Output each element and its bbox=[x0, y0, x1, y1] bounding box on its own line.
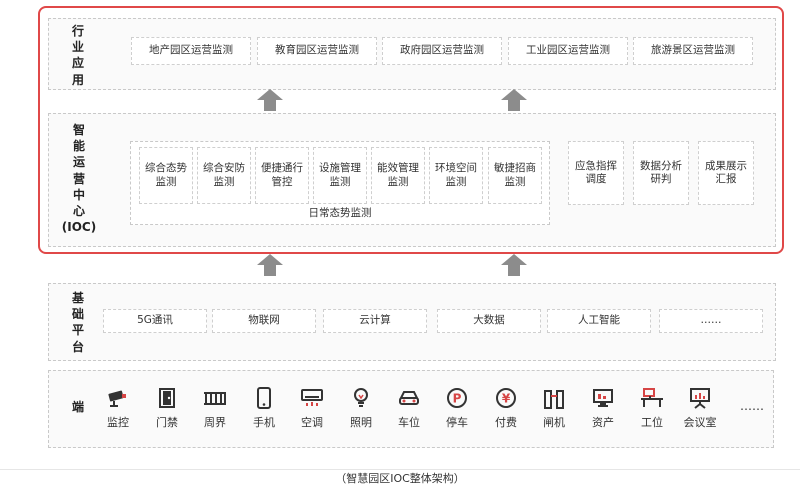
terminal-label: 监控 bbox=[107, 416, 129, 430]
base-platform-box: 5G通讯 bbox=[103, 309, 207, 333]
daily-monitor-box: 设施管理 监测 bbox=[313, 147, 367, 204]
door-icon bbox=[151, 385, 183, 411]
bulb-icon bbox=[345, 385, 377, 411]
up-arrow-icon bbox=[501, 89, 527, 111]
monitor-icon bbox=[587, 385, 619, 411]
camera-icon bbox=[102, 385, 134, 411]
base-platform-box: 人工智能 bbox=[547, 309, 651, 333]
daily-monitor-box: 敏捷招商 监测 bbox=[488, 147, 542, 204]
industry-app-box: 地产园区运营监测 bbox=[131, 37, 251, 65]
ioc-function-box: 成果展示 汇报 bbox=[698, 141, 754, 205]
base-platform-box: …… bbox=[659, 309, 763, 333]
industry-app-box: 旅游景区运营监测 bbox=[633, 37, 753, 65]
workstation-icon bbox=[636, 385, 668, 411]
phone-icon bbox=[248, 385, 280, 411]
base-platform-box: 云计算 bbox=[323, 309, 427, 333]
base-platform-box: 物联网 bbox=[212, 309, 316, 333]
presentation-icon bbox=[684, 385, 716, 411]
terminal-label: 停车 bbox=[446, 416, 468, 430]
terminal-label: 空调 bbox=[301, 416, 323, 430]
industry-layer-label: 行 业 应 用 bbox=[71, 24, 84, 87]
terminal-label: 工位 bbox=[641, 416, 663, 430]
up-arrow-icon bbox=[257, 89, 283, 111]
industry-app-box: 工业园区运营监测 bbox=[508, 37, 628, 65]
terminal-layer-label: 端 bbox=[71, 400, 84, 414]
figure-caption: （智慧园区IOC整体架构） bbox=[335, 472, 465, 486]
air-conditioner-icon bbox=[296, 385, 328, 411]
gate-icon bbox=[538, 385, 570, 411]
daily-monitor-box: 综合态势 监测 bbox=[139, 147, 193, 204]
daily-monitor-box: 能效管理 监测 bbox=[371, 147, 425, 204]
terminal-label: 车位 bbox=[398, 416, 420, 430]
terminal-label: 周界 bbox=[204, 416, 226, 430]
industry-app-box: 教育园区运营监测 bbox=[257, 37, 377, 65]
fence-icon bbox=[199, 385, 231, 411]
terminal-label: 手机 bbox=[253, 416, 275, 430]
terminal-label: 资产 bbox=[592, 416, 614, 430]
terminal-label: 照明 bbox=[350, 416, 372, 430]
daily-monitor-box: 综合安防 监测 bbox=[197, 147, 251, 204]
ioc-function-box: 数据分析 研判 bbox=[633, 141, 689, 205]
base-platform-box: 大数据 bbox=[437, 309, 541, 333]
industry-app-box: 政府园区运营监测 bbox=[382, 37, 502, 65]
yen-icon: ¥ bbox=[490, 385, 522, 411]
svg-text:¥: ¥ bbox=[502, 392, 511, 406]
terminal-label: 会议室 bbox=[683, 416, 717, 430]
ioc-function-box: 应急指挥 调度 bbox=[568, 141, 624, 205]
daily-monitor-box: 环境空间 监测 bbox=[429, 147, 483, 204]
svg-text:P: P bbox=[453, 392, 462, 406]
car-icon bbox=[393, 385, 425, 411]
terminal-label: 门禁 bbox=[156, 416, 178, 430]
up-arrow-icon bbox=[501, 254, 527, 276]
terminal-label: 付费 bbox=[495, 416, 517, 430]
parking-icon: P bbox=[441, 385, 473, 411]
terminal-label: 闸机 bbox=[543, 416, 565, 430]
up-arrow-icon bbox=[257, 254, 283, 276]
ioc-layer-label: 智 能 运 营 中 心 (IOC) bbox=[61, 123, 97, 235]
daily-monitor-box: 便捷通行 管控 bbox=[255, 147, 309, 204]
base-layer-label: 基 础 平 台 bbox=[71, 291, 84, 354]
terminal-more: …… bbox=[740, 398, 764, 413]
daily-monitoring-caption: 日常态势监测 bbox=[308, 207, 372, 220]
